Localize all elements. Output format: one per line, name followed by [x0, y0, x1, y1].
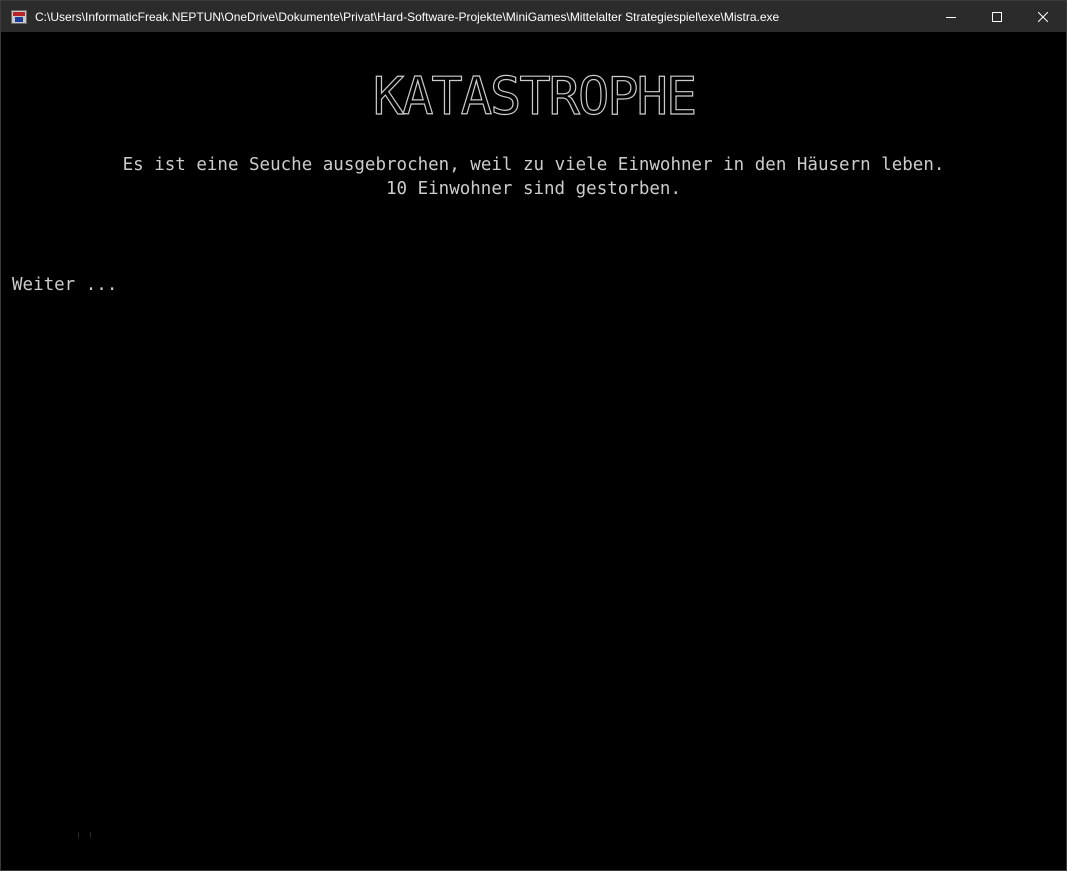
title-bar[interactable]: C:\Users\InformaticFreak.NEPTUN\OneDrive…: [1, 1, 1066, 32]
text-cursor-mark: [78, 832, 92, 838]
minimize-icon: [946, 16, 956, 18]
banner-text: KATASTROPHE: [372, 67, 694, 122]
message-line-1: Es ist eine Seuche ausgebrochen, weil zu…: [122, 155, 945, 175]
window-title: C:\Users\InformaticFreak.NEPTUN\OneDrive…: [35, 9, 780, 24]
message-line-2: 10 Einwohner sind gestorben.: [385, 179, 681, 199]
continue-prompt[interactable]: Weiter ...: [12, 273, 117, 297]
console-window: C:\Users\InformaticFreak.NEPTUN\OneDrive…: [0, 0, 1067, 871]
maximize-icon: [992, 11, 1002, 22]
ascii-banner: KATASTROPHE: [1, 64, 1066, 122]
window-controls: [928, 1, 1066, 32]
minimize-button[interactable]: [928, 1, 974, 32]
app-icon[interactable]: [11, 9, 27, 24]
console-output[interactable]: KATASTROPHE Es ist eine Seuche ausgebroc…: [1, 32, 1066, 870]
maximize-button[interactable]: [974, 1, 1020, 32]
close-button[interactable]: [1020, 1, 1066, 32]
close-icon: [1038, 11, 1048, 22]
